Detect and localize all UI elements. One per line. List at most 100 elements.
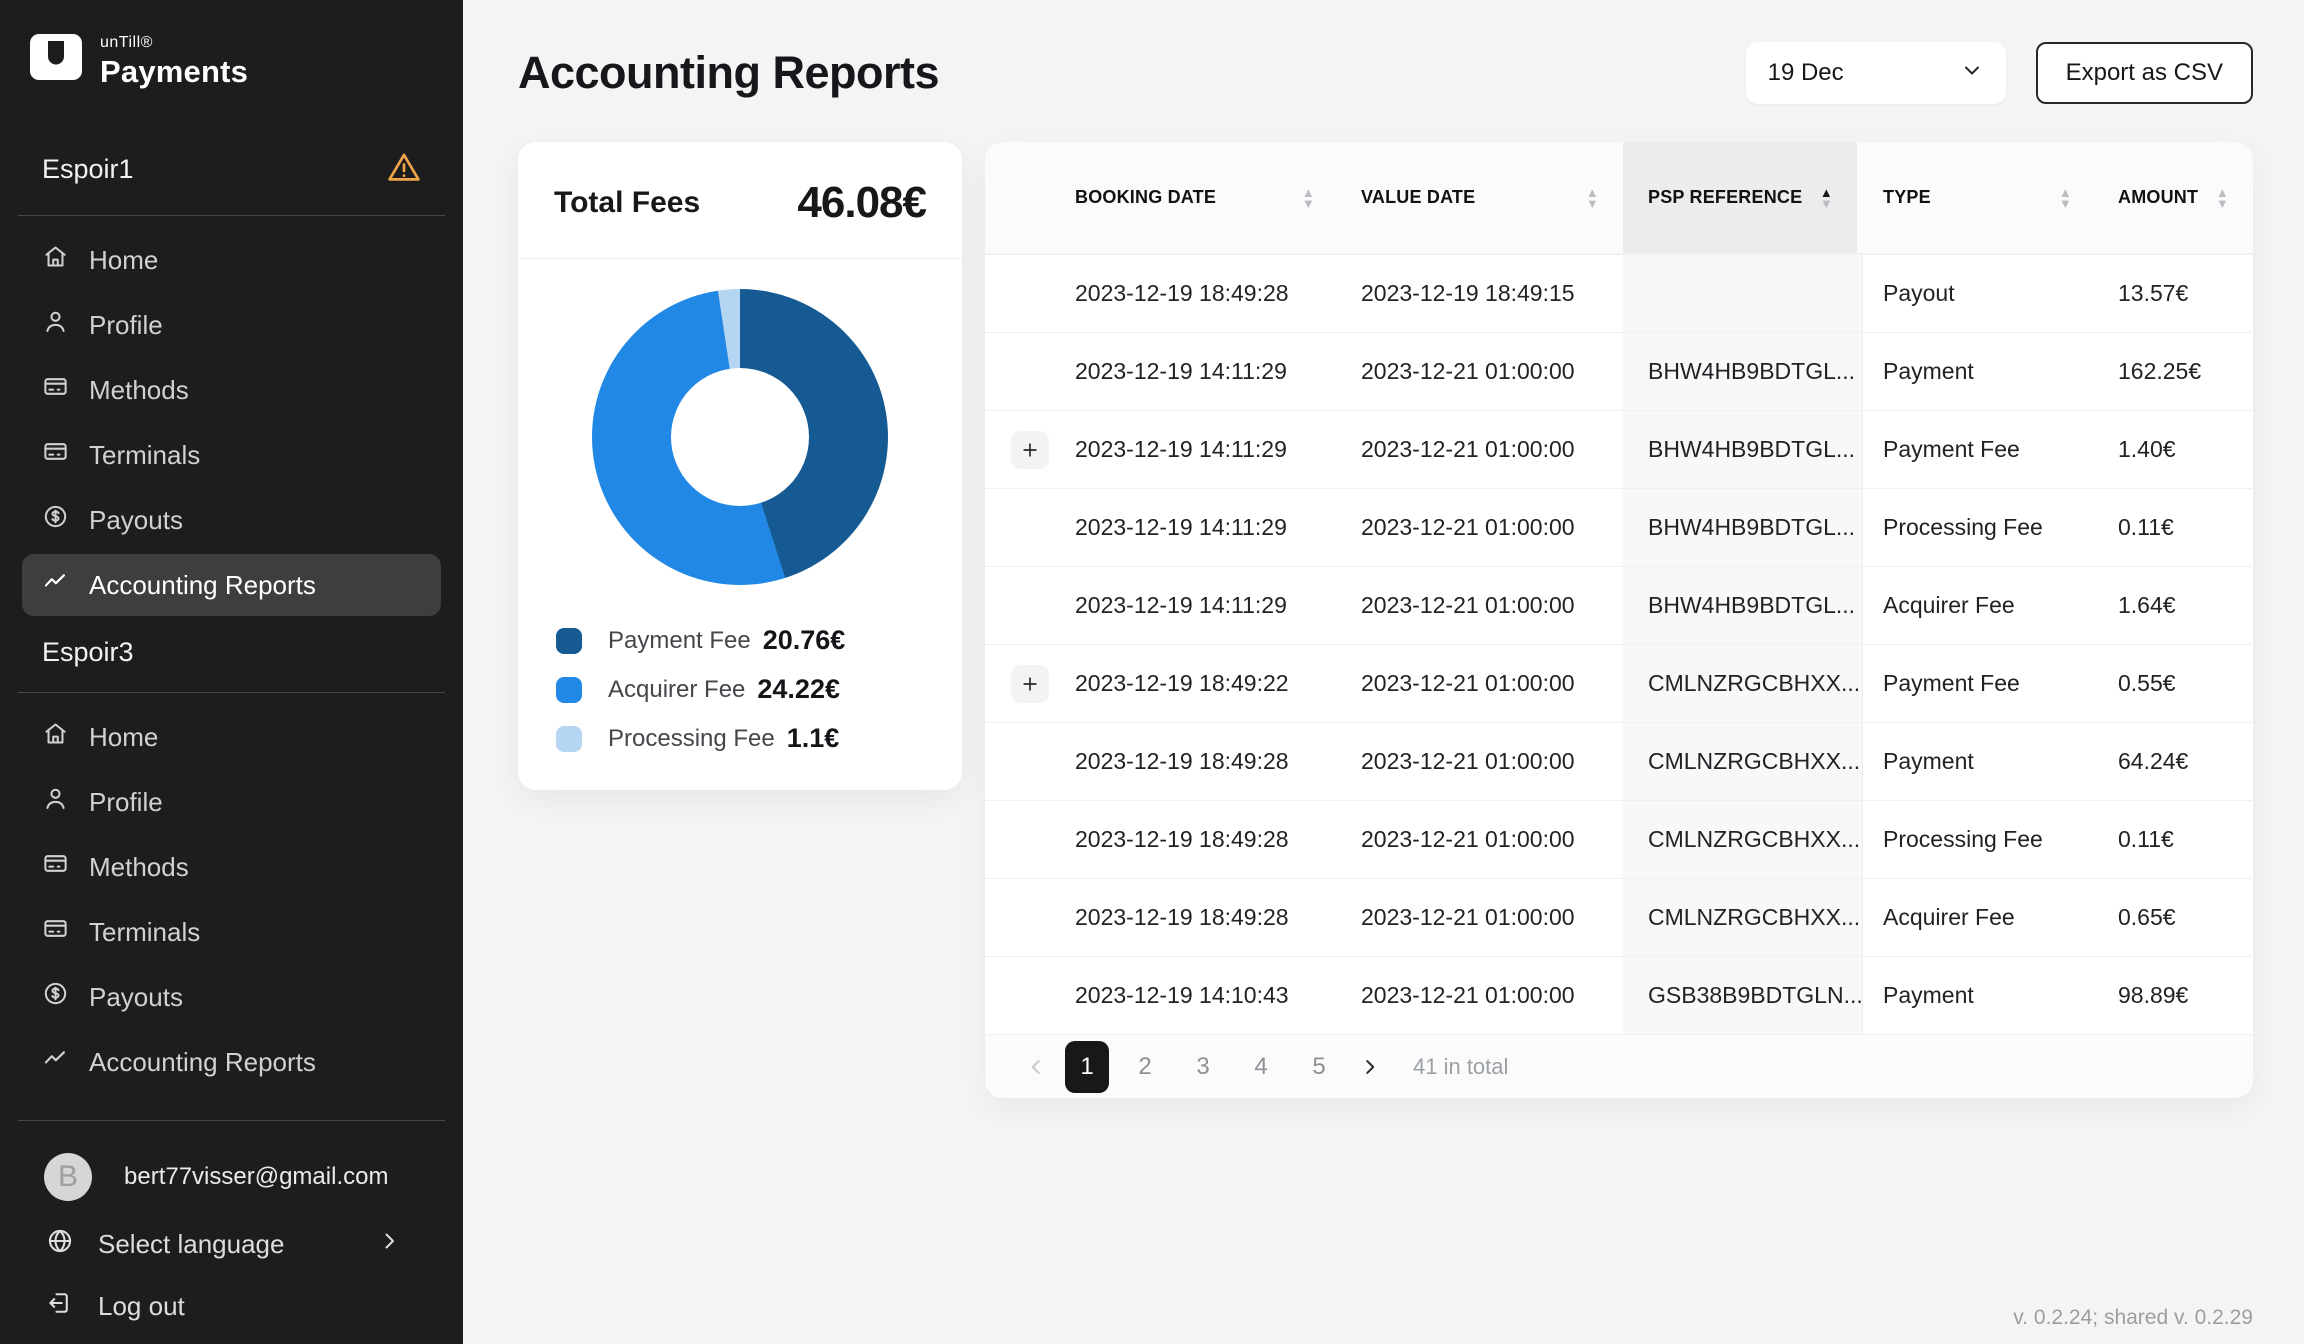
total-fees-card: Total Fees 46.08€ Payment Fee 20.76€ Acq… xyxy=(518,142,962,790)
activity-icon xyxy=(42,568,69,602)
table-row: 2023-12-19 14:10:43 2023-12-21 01:00:00 … xyxy=(985,956,2253,1034)
expand-row-button[interactable] xyxy=(1011,430,1049,469)
date-filter-select[interactable]: 19 Dec xyxy=(1745,42,2006,104)
org-header-espoir3: Espoir3 xyxy=(42,637,423,668)
legend-label: Payment Fee xyxy=(608,626,751,654)
psp-reference-cell xyxy=(1623,255,1863,332)
main-content: Accounting Reports 19 Dec Export as CSV … xyxy=(463,0,2304,1344)
brand-small: unTill® xyxy=(100,34,153,51)
booking-date-cell: 2023-12-19 18:49:28 xyxy=(1075,904,1289,930)
amount-cell: 0.11€ xyxy=(2118,826,2174,852)
booking-date-cell: 2023-12-19 18:49:22 xyxy=(1075,670,1289,696)
org-name: Espoir3 xyxy=(42,637,134,667)
legend-value: 20.76€ xyxy=(762,625,846,655)
org-name: Espoir1 xyxy=(42,154,134,184)
psp-reference-cell: CMLNZRGCBHXX... xyxy=(1623,723,1863,800)
app-window: unTill® Payments Espoir1 Home Profile Me… xyxy=(0,0,2304,1344)
select-language[interactable]: Select language xyxy=(46,1213,463,1275)
total-fees-value: 46.08€ xyxy=(797,178,927,227)
warning-icon xyxy=(385,148,423,191)
sidebar-item-terminals-2[interactable]: Terminals xyxy=(22,901,441,963)
expand-row-button[interactable] xyxy=(1011,664,1049,703)
sidebar-item-label: Profile xyxy=(89,309,163,340)
pagination: 1 2 3 4 5 41 in total xyxy=(985,1034,2253,1098)
amount-cell: 0.55€ xyxy=(2118,670,2176,696)
content-area: Total Fees 46.08€ Payment Fee 20.76€ Acq… xyxy=(518,142,2253,1098)
sort-icon: ▲ ▼ xyxy=(2215,184,2229,211)
value-date-cell: 2023-12-19 18:49:15 xyxy=(1361,280,1575,306)
sidebar-item-accounting-reports-2[interactable]: Accounting Reports xyxy=(22,1031,441,1093)
type-cell: Payment Fee xyxy=(1883,670,2020,696)
home-icon xyxy=(42,720,69,754)
select-language-label: Select language xyxy=(98,1228,285,1259)
sidebar-item-methods-2[interactable]: Methods xyxy=(22,836,441,898)
pagination-page-5[interactable]: 5 xyxy=(1297,1041,1341,1093)
logout-button[interactable]: Log out xyxy=(46,1275,463,1337)
amount-cell: 64.24€ xyxy=(2118,748,2189,774)
sidebar-item-profile[interactable]: Profile xyxy=(22,294,441,356)
pagination-next-icon[interactable] xyxy=(1355,1056,1385,1078)
sidebar-item-payouts-2[interactable]: Payouts xyxy=(22,966,441,1028)
untill-logo-icon xyxy=(30,34,82,80)
card-icon xyxy=(42,915,69,949)
header-controls: 19 Dec Export as CSV xyxy=(1745,42,2253,104)
sidebar-item-accounting-reports[interactable]: Accounting Reports xyxy=(22,554,441,616)
table-row: 2023-12-19 18:49:28 2023-12-21 01:00:00 … xyxy=(985,878,2253,956)
value-date-cell: 2023-12-21 01:00:00 xyxy=(1361,592,1575,618)
table-row: 2023-12-19 14:11:29 2023-12-21 01:00:00 … xyxy=(985,332,2253,410)
legend-swatch-acquirer-fee xyxy=(556,676,582,703)
booking-date-cell: 2023-12-19 18:49:28 xyxy=(1075,280,1289,306)
booking-date-cell: 2023-12-19 14:11:29 xyxy=(1075,592,1287,618)
pagination-page-2[interactable]: 2 xyxy=(1123,1041,1167,1093)
pagination-page-1[interactable]: 1 xyxy=(1065,1040,1109,1093)
sidebar-item-home[interactable]: Home xyxy=(22,229,441,291)
export-csv-button[interactable]: Export as CSV xyxy=(2035,42,2253,104)
sidebar-item-terminals[interactable]: Terminals xyxy=(22,424,441,486)
sidebar-item-home-2[interactable]: Home xyxy=(22,706,441,768)
value-date-cell: 2023-12-21 01:00:00 xyxy=(1361,826,1575,852)
legend-item: Processing Fee 1.1€ xyxy=(556,723,962,754)
value-date-cell: 2023-12-21 01:00:00 xyxy=(1361,982,1575,1008)
logout-icon xyxy=(46,1289,74,1324)
sidebar-item-methods[interactable]: Methods xyxy=(22,359,441,421)
amount-cell: 1.64€ xyxy=(2118,592,2176,618)
pagination-page-4[interactable]: 4 xyxy=(1239,1041,1283,1093)
type-cell: Payment xyxy=(1883,748,1974,774)
value-date-cell: 2023-12-21 01:00:00 xyxy=(1361,670,1575,696)
user-icon xyxy=(42,308,69,342)
column-header-booking-date[interactable]: BOOKING DATE ▲ ▼ xyxy=(1075,142,1361,253)
column-header-type[interactable]: TYPE ▲ ▼ xyxy=(1863,142,2096,253)
sort-icon: ▲ ▼ xyxy=(1301,184,1315,211)
table-header-expand xyxy=(985,142,1075,253)
sidebar-item-label: Payouts xyxy=(89,504,183,535)
legend-swatch-payment-fee xyxy=(556,627,582,654)
sidebar-item-label: Terminals xyxy=(89,439,201,470)
column-header-amount[interactable]: AMOUNT ▲ ▼ xyxy=(2096,142,2253,253)
org-header-espoir1: Espoir1 xyxy=(42,148,423,191)
column-header-psp-reference[interactable]: PSP REFERENCE ▲ ▼ xyxy=(1623,142,1857,253)
column-label: VALUE DATE xyxy=(1361,187,1476,207)
column-header-value-date[interactable]: VALUE DATE ▲ ▼ xyxy=(1361,142,1623,253)
booking-date-cell: 2023-12-19 14:11:29 xyxy=(1075,436,1287,462)
pagination-prev-icon[interactable] xyxy=(1021,1056,1051,1078)
legend-label: Processing Fee xyxy=(608,724,775,752)
value-date-cell: 2023-12-21 01:00:00 xyxy=(1361,436,1575,462)
donut-hole xyxy=(671,368,809,506)
value-date-cell: 2023-12-21 01:00:00 xyxy=(1361,748,1575,774)
value-date-cell: 2023-12-21 01:00:00 xyxy=(1361,904,1575,930)
sidebar-item-profile-2[interactable]: Profile xyxy=(22,771,441,833)
nav-espoir1: Home Profile Methods Terminals Payouts A… xyxy=(0,226,463,619)
sidebar-item-payouts[interactable]: Payouts xyxy=(22,489,441,551)
column-label: AMOUNT xyxy=(2118,187,2199,207)
pagination-page-3[interactable]: 3 xyxy=(1181,1041,1225,1093)
card-icon xyxy=(42,438,69,472)
table-row: 2023-12-19 14:11:29 2023-12-21 01:00:00 … xyxy=(985,410,2253,488)
user-email: bert77visser@gmail.com xyxy=(124,1163,389,1190)
user-account[interactable]: B bert77visser@gmail.com xyxy=(44,1141,463,1213)
psp-reference-cell: BHW4HB9BDTGL... xyxy=(1623,489,1863,566)
sidebar-item-label: Methods xyxy=(89,374,189,405)
donut-chart xyxy=(592,289,888,585)
sidebar-item-label: Home xyxy=(89,721,159,752)
type-cell: Payment xyxy=(1883,358,1974,384)
sidebar-footer: B bert77visser@gmail.com Select language… xyxy=(0,1096,463,1344)
